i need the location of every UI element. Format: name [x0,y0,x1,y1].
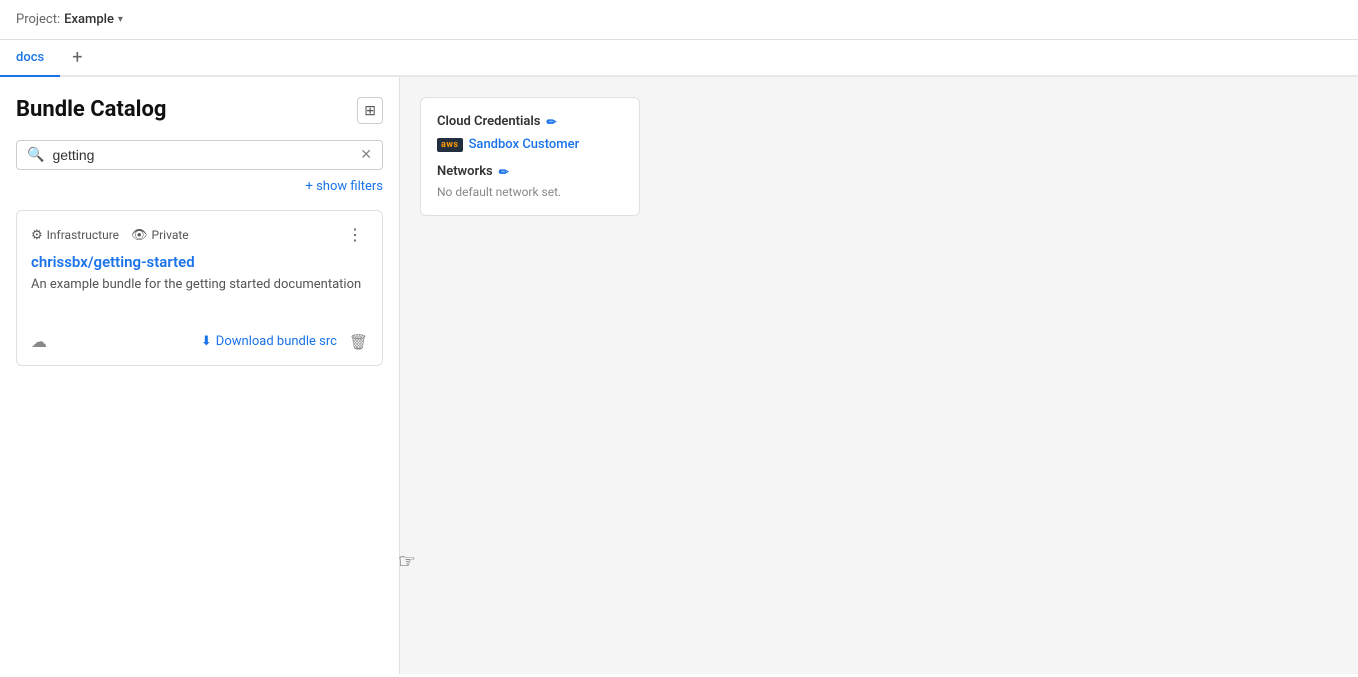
networks-title-text: Networks [437,164,493,179]
main-layout: Bundle Catalog ⊞ 🔍 ✕ + show filters ⚙ In… [0,77,1358,674]
more-options-button[interactable]: ⋮ [343,225,368,245]
tag-infrastructure: ⚙ Infrastructure [31,228,119,243]
tag-infrastructure-label: Infrastructure [47,228,119,242]
collapse-panel-button[interactable]: ⊞ [357,97,383,124]
credentials-title-text: Cloud Credentials [437,114,540,129]
credentials-title: Cloud Credentials ✏ [437,114,623,129]
private-icon: 👁 [131,228,148,243]
search-icon: 🔍 [27,147,44,163]
left-panel: Bundle Catalog ⊞ 🔍 ✕ + show filters ⚙ In… [0,77,400,674]
tag-private: 👁 Private [131,228,189,243]
top-bar: Project: Example ▾ [0,0,1358,40]
bundle-description: An example bundle for the getting starte… [31,277,368,292]
infrastructure-icon: ⚙ [31,228,43,243]
bundle-actions: ⬇ Download bundle src 🗑 [201,333,368,351]
no-network-text: No default network set. [437,185,623,199]
bundle-card-header: ⚙ Infrastructure 👁 Private ⋮ [31,225,368,245]
credentials-card: Cloud Credentials ✏ aws Sandbox Customer… [420,97,640,216]
project-selector[interactable]: Example ▾ [64,12,123,27]
bundle-card: ⚙ Infrastructure 👁 Private ⋮ chrissbx/ge… [16,210,383,366]
bundle-tags: ⚙ Infrastructure 👁 Private [31,228,189,243]
tab-docs[interactable]: docs [0,40,60,77]
credentials-edit-icon[interactable]: ✏ [546,115,556,129]
download-bundle-link[interactable]: ⬇ Download bundle src [201,334,337,349]
bundle-card-footer: ☁ ⬇ Download bundle src 🗑 [31,332,368,351]
project-label: Project: [16,12,60,27]
networks-edit-icon[interactable]: ✏ [499,165,509,179]
show-filters-link[interactable]: + show filters [305,179,383,194]
networks-title: Networks ✏ [437,164,623,179]
tab-bar: docs + [0,40,1358,77]
project-chevron-icon: ▾ [118,14,123,25]
project-name-text: Example [64,12,114,27]
tag-private-label: Private [152,228,189,242]
right-panel: Cloud Credentials ✏ aws Sandbox Customer… [400,77,1358,674]
bundle-name[interactable]: chrissbx/getting-started [31,253,368,271]
tab-add-button[interactable]: + [60,41,94,75]
aws-credential-row: aws Sandbox Customer [437,137,623,152]
download-label: Download bundle src [216,334,337,349]
cloud-icon: ☁ [31,332,47,351]
download-icon: ⬇ [201,334,212,349]
show-filters: + show filters [16,178,383,194]
search-input[interactable] [52,147,360,163]
panel-title: Bundle Catalog [16,97,166,122]
credential-name[interactable]: Sandbox Customer [469,137,580,152]
delete-bundle-button[interactable]: 🗑 [349,333,368,351]
aws-badge: aws [437,138,463,152]
search-box: 🔍 ✕ [16,140,383,170]
clear-search-icon[interactable]: ✕ [360,147,372,163]
more-icon: ⋮ [347,227,364,244]
delete-icon: 🗑 [349,334,368,351]
panel-header: Bundle Catalog ⊞ [16,97,383,124]
collapse-icon: ⊞ [364,102,376,119]
